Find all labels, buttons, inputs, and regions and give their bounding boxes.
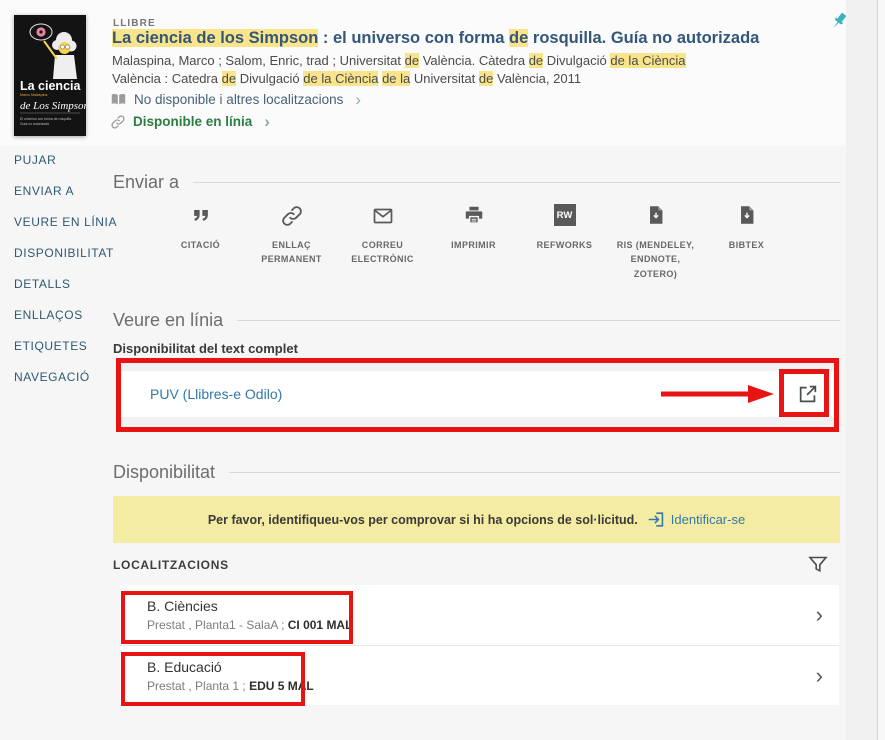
action-label: BIBTEX [728, 240, 765, 250]
fulltext-service-row[interactable]: PUV (Llibres-e Odilo) [120, 371, 839, 417]
locations-list: B. Ciències Prestat , Planta1 - SalaA ; … [120, 585, 839, 705]
send-to-section-heading: Enviar a [113, 172, 840, 193]
action-label: CORREU ELECTRÒNIC [351, 240, 414, 265]
location-details: Prestat , Planta 1 ; EDU 5 MAL [147, 678, 314, 693]
signin-banner-message: Per favor, identifiqueu-vos per comprova… [207, 512, 638, 527]
signin-link[interactable]: Identificar-se [647, 510, 745, 529]
availability-physical-link[interactable]: No disponible i altres localitzacions › [110, 91, 361, 108]
permalink-button[interactable]: ENLLAÇ PERMANENT [246, 204, 337, 281]
signin-link-label: Identificar-se [670, 512, 746, 527]
action-label: CITACIÓ [180, 240, 221, 250]
sign-in-icon [648, 512, 663, 527]
action-label: REFWORKS [536, 240, 593, 250]
sidebar-item-etiquetes[interactable]: ETIQUETES [14, 339, 117, 353]
link-icon [111, 114, 125, 129]
refworks-button[interactable]: RW REFWORKS [519, 204, 610, 281]
availability-physical-label: No disponible i altres localitzacions [134, 92, 344, 107]
open-book-icon [111, 94, 126, 105]
sidebar-item-enllacos[interactable]: ENLLAÇOS [14, 308, 117, 322]
page-right-margin [846, 0, 877, 740]
sidebar-item-enviar-a[interactable]: ENVIAR A [14, 184, 117, 198]
filter-locations-button[interactable] [804, 552, 832, 580]
chevron-right-icon: › [815, 662, 823, 688]
book-cover-art: La ciencia Marco Malaspina de Los Simpso… [14, 15, 90, 136]
location-name: B. Educació [147, 658, 222, 675]
view-online-section-heading: Veure en línia [113, 310, 840, 331]
svg-text:Guía no autorizada: Guía no autorizada [20, 122, 49, 126]
record-section-nav: PUJAR ENVIAR A VEURE EN LÍNIA DISPONIBIL… [14, 153, 117, 384]
heading-divider [237, 320, 840, 321]
print-button[interactable]: IMPRIMIR [428, 204, 519, 281]
location-info: B. Ciències Prestat , Planta1 - SalaA ; … [147, 598, 352, 632]
location-details: Prestat , Planta1 - SalaA ; CI 001 MAL [147, 618, 353, 632]
fulltext-services-list: PUV (Llibres-e Odilo) [120, 363, 839, 425]
locations-heading: LOCALITZACIONS [113, 558, 229, 572]
availability-heading-text: Disponibilitat [113, 462, 216, 482]
email-button[interactable]: CORREU ELECTRÒNIC [337, 204, 428, 281]
heading-divider [193, 182, 840, 183]
printer-icon [463, 204, 485, 230]
open-external-link-button[interactable] [793, 379, 823, 409]
view-online-heading-text: Veure en línia [113, 310, 224, 330]
chevron-right-icon: › [815, 602, 823, 627]
chevron-right-icon: › [264, 112, 270, 131]
sidebar-item-pujar[interactable]: PUJAR [14, 153, 117, 167]
book-cover-thumbnail[interactable]: La ciencia Marco Malaspina de Los Simpso… [14, 15, 90, 136]
svg-text:Marco Malaspina: Marco Malaspina [20, 93, 47, 97]
availability-section-heading: Disponibilitat [113, 462, 840, 483]
refworks-badge: RW [553, 204, 576, 230]
action-label: IMPRIMIR [451, 240, 496, 250]
record-authors-links[interactable]: Malaspina, Marco ; Salom, Enric, trad ; … [112, 53, 842, 68]
signin-banner: Per favor, identifiqueu-vos per comprova… [113, 496, 840, 543]
send-to-actions: CITACIÓ ENLLAÇ PERMANENT CORREU ELECTRÒN… [155, 204, 792, 281]
availability-online-label: Disponible en línia [133, 114, 253, 129]
location-info: B. Educació Prestat , Planta 1 ; EDU 5 M… [147, 659, 314, 693]
location-row-educacio[interactable]: B. Educació Prestat , Planta 1 ; EDU 5 M… [120, 645, 839, 705]
record-title-link[interactable]: La ciencia de los Simpson : el universo … [112, 29, 842, 48]
citation-button[interactable]: CITACIÓ [155, 204, 246, 281]
scrollbar-track[interactable] [877, 0, 885, 740]
heading-divider [229, 472, 840, 473]
document-export-icon [736, 204, 758, 230]
document-export-icon [645, 204, 667, 230]
envelope-icon [371, 204, 395, 230]
fulltext-availability-label: Disponibilitat del text complet [113, 341, 298, 356]
action-label: RIS (MENDELEY, ENDNOTE, ZOTERO) [616, 240, 695, 279]
location-row-ciencies[interactable]: B. Ciències Prestat , Planta1 - SalaA ; … [120, 585, 839, 645]
svg-text:La ciencia: La ciencia [20, 79, 81, 93]
record-full-view: La ciencia Marco Malaspina de Los Simpso… [0, 0, 885, 740]
location-name: B. Ciències [147, 598, 218, 614]
sidebar-item-veure-en-linia[interactable]: VEURE EN LÍNIA [14, 215, 117, 229]
resource-type-label: LLIBRE [113, 18, 156, 29]
sidebar-item-detalls[interactable]: DETALLS [14, 277, 117, 291]
svg-text:de Los Simpson: de Los Simpson [20, 100, 86, 112]
link-icon [280, 204, 304, 230]
quote-icon [190, 204, 212, 230]
external-link-icon [799, 385, 817, 403]
chevron-right-icon: › [355, 90, 362, 109]
availability-online-link[interactable]: Disponible en línia › [110, 113, 270, 130]
provider-link[interactable]: PUV (Llibres-e Odilo) [150, 386, 282, 402]
action-label: ENLLAÇ PERMANENT [261, 240, 322, 265]
sidebar-item-disponibilitat[interactable]: DISPONIBILITAT [14, 246, 117, 260]
svg-text:El universo con forma de rosqu: El universo con forma de rosquilla. [20, 117, 72, 121]
bibtex-export-button[interactable]: BIBTEX [701, 204, 792, 281]
filter-funnel-icon [808, 556, 828, 572]
pin-record-button[interactable] [826, 10, 852, 36]
sidebar-item-navegacio[interactable]: NAVEGACIÓ [14, 370, 117, 384]
send-to-heading-text: Enviar a [113, 172, 180, 192]
ris-export-button[interactable]: RIS (MENDELEY, ENDNOTE, ZOTERO) [610, 204, 701, 281]
pushpin-icon [833, 12, 847, 29]
record-publication-info: València : Catedra de Divulgació de la C… [112, 71, 582, 86]
